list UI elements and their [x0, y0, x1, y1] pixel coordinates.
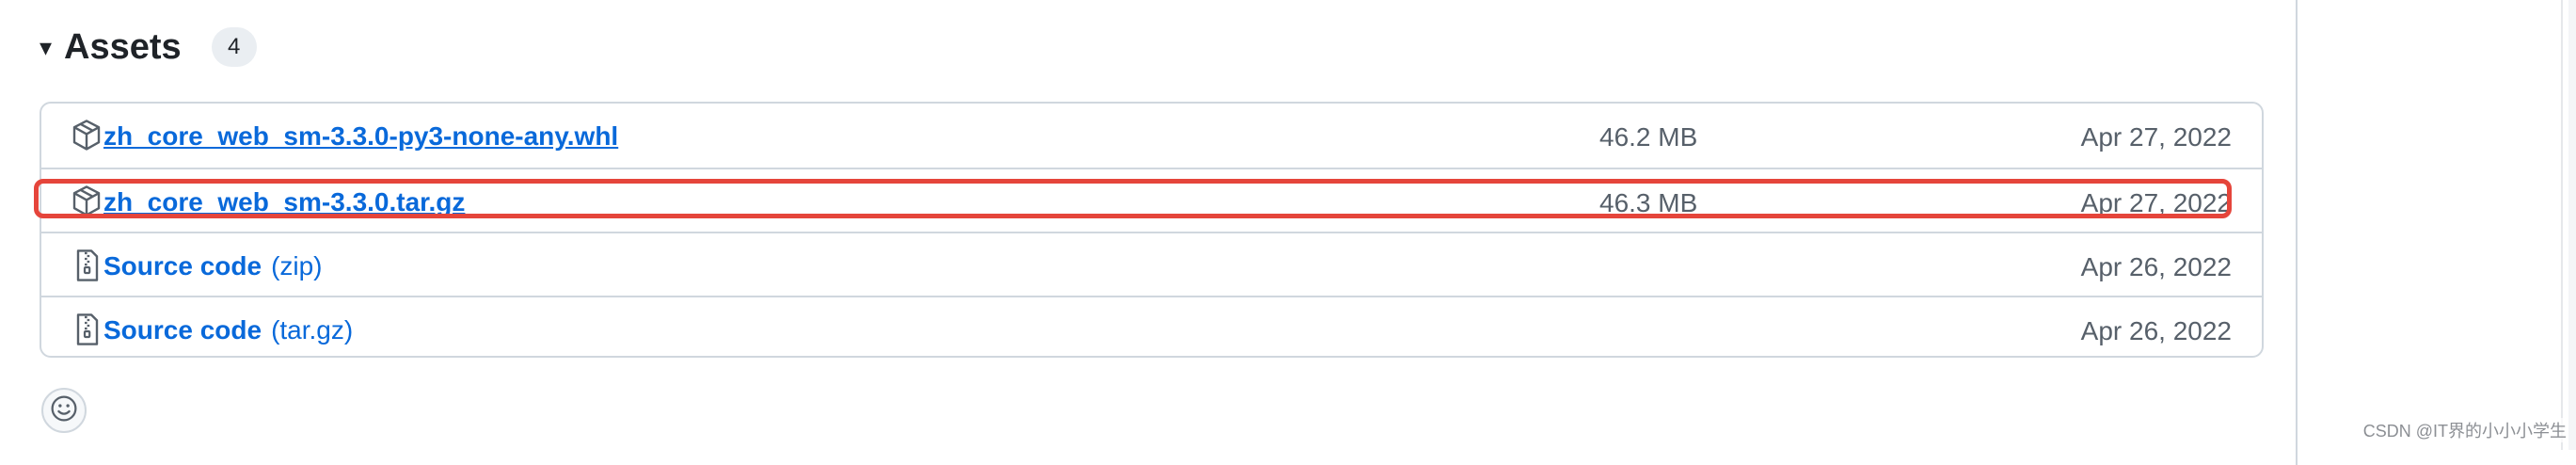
asset-date: Apr 27, 2022	[2080, 122, 2232, 152]
asset-row: zh_core_web_sm-3.3.0-py3-none-any.whl 46…	[41, 104, 2262, 168]
smiley-icon	[50, 394, 78, 427]
asset-date: Apr 27, 2022	[2080, 188, 2232, 217]
asset-row: Source code (tar.gz) Apr 26, 2022	[41, 296, 2262, 356]
assets-toggle[interactable]: ▾ Assets 4	[40, 19, 257, 75]
asset-size: 46.3 MB	[1599, 188, 1698, 217]
caret-down-icon: ▾	[40, 33, 53, 61]
package-icon	[72, 184, 102, 218]
asset-size: 46.2 MB	[1599, 122, 1698, 152]
asset-date: Apr 26, 2022	[2080, 252, 2232, 281]
asset-download-link[interactable]: zh_core_web_sm-3.3.0-py3-none-any.whl	[103, 121, 618, 152]
asset-row: Source code (zip) Apr 26, 2022	[41, 232, 2262, 296]
package-icon	[72, 119, 102, 152]
assets-count-badge: 4	[211, 27, 257, 67]
file-zip-icon	[72, 249, 102, 282]
source-code-zip-link[interactable]: Source code (zip)	[103, 251, 323, 281]
file-zip-icon	[72, 313, 102, 346]
assets-title: Assets	[64, 26, 182, 67]
watermark: CSDN @IT界的小小小学生	[2362, 418, 2567, 442]
assets-list: zh_core_web_sm-3.3.0-py3-none-any.whl 46…	[40, 102, 2264, 358]
add-reaction-button[interactable]	[41, 388, 87, 433]
scrollbar[interactable]	[2568, 0, 2576, 450]
source-code-targz-link[interactable]: Source code (tar.gz)	[103, 315, 353, 345]
page-divider	[2561, 0, 2563, 450]
asset-row: zh_core_web_sm-3.3.0.tar.gz 46.3 MB Apr …	[41, 168, 2262, 232]
asset-download-link[interactable]: zh_core_web_sm-3.3.0.tar.gz	[103, 187, 465, 217]
asset-date: Apr 26, 2022	[2080, 316, 2232, 345]
